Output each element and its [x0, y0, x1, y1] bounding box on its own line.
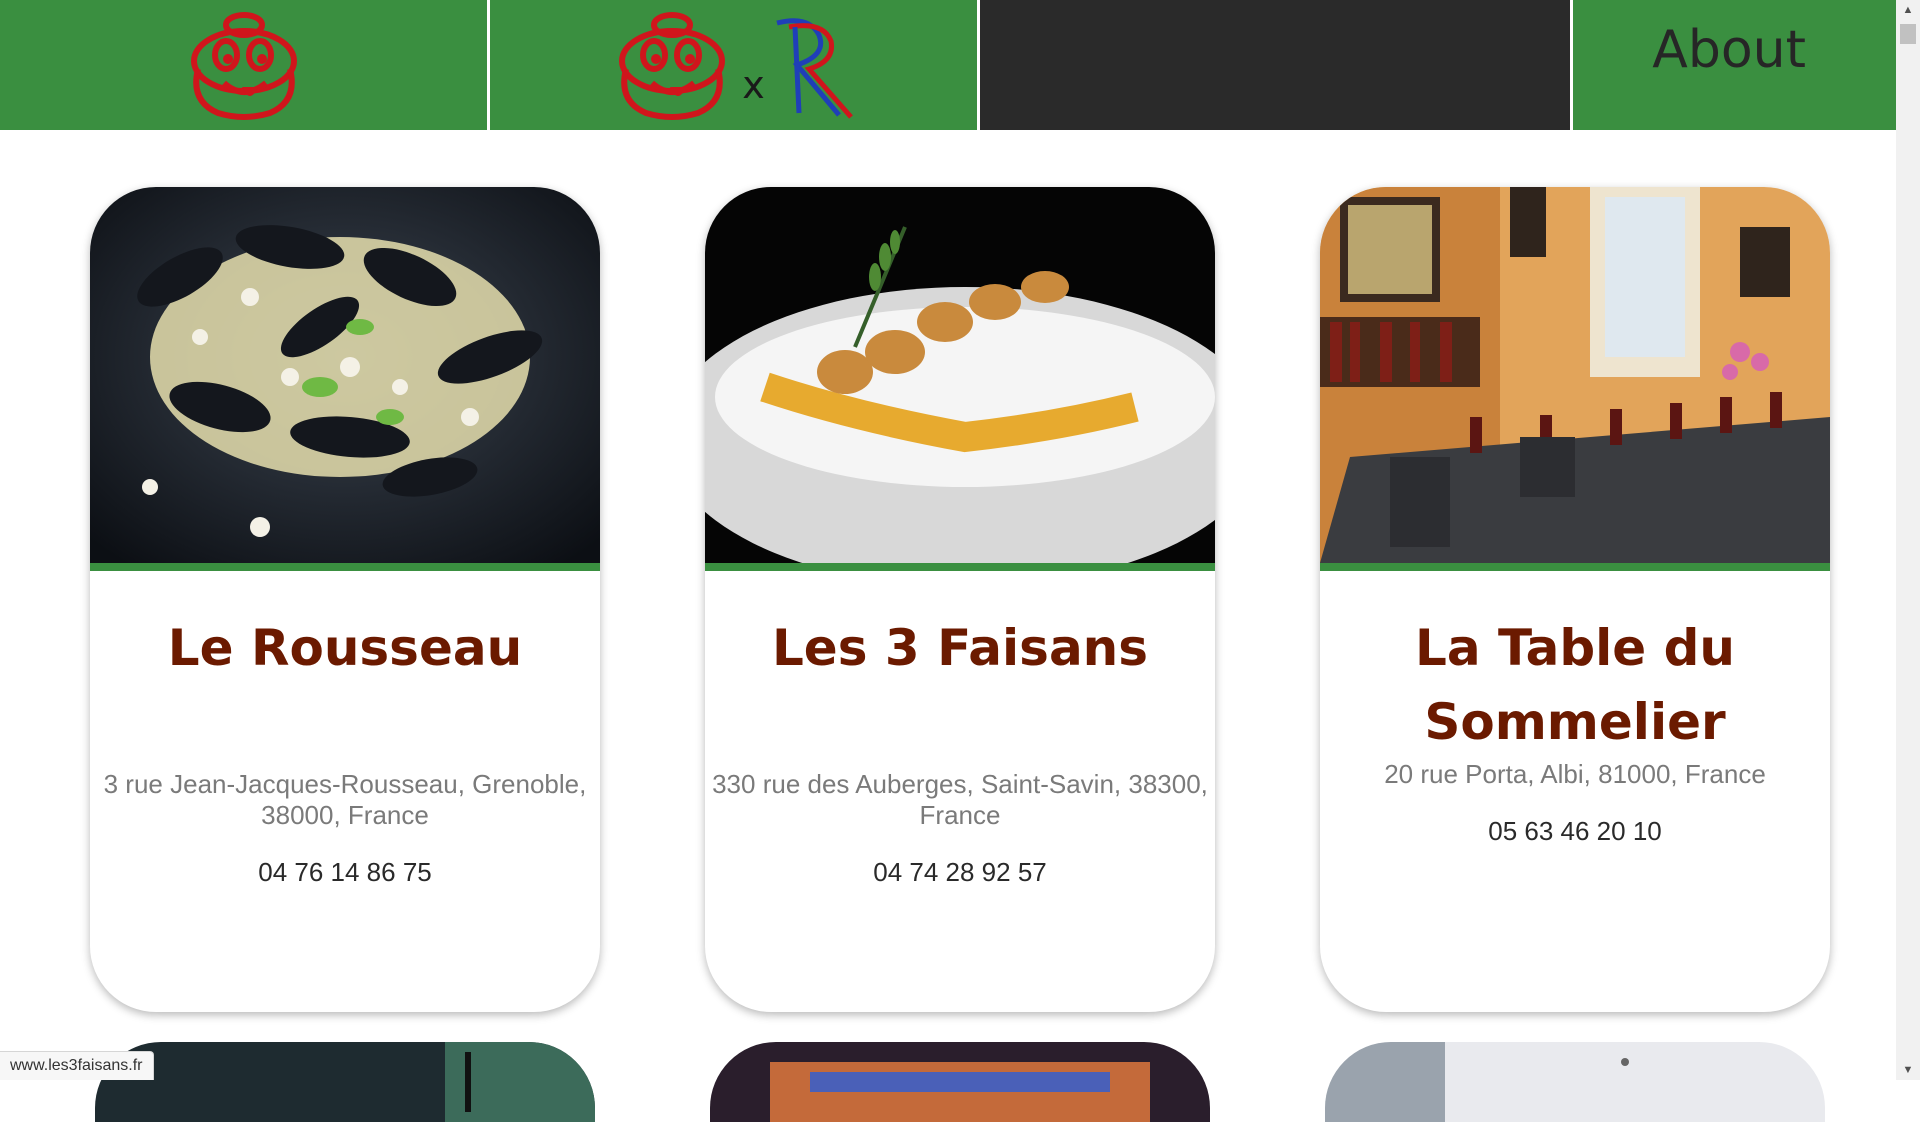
restaurant-card[interactable]: Les 3 Faisans 330 rue des Auberges, Sain… — [705, 187, 1215, 1012]
restaurant-phone: 04 74 28 92 57 — [705, 857, 1215, 888]
michelin-bibendum-logo-icon — [612, 9, 732, 121]
card-divider — [90, 563, 600, 571]
restaurant-address: 330 rue des Auberges, Saint-Savin, 38300… — [705, 769, 1215, 831]
scroll-up-arrow-icon[interactable]: ▲ — [1896, 0, 1920, 20]
nav-home-logo[interactable] — [0, 0, 487, 130]
scroll-thumb[interactable] — [1900, 24, 1916, 44]
restaurant-card-partial[interactable] — [1325, 1042, 1825, 1122]
card-divider — [1320, 563, 1830, 571]
restaurant-address: 20 rue Porta, Albi, 81000, France — [1320, 759, 1830, 790]
restaurant-name[interactable]: Le Rousseau — [120, 611, 570, 685]
dining-room-photo — [1320, 187, 1830, 563]
restaurant-phone: 04 76 14 86 75 — [90, 857, 600, 888]
michelin-bibendum-logo-icon — [184, 9, 304, 121]
restaurant-name[interactable]: La Table du Sommelier — [1350, 611, 1800, 759]
link-hover-status-url: www.les3faisans.fr — [0, 1051, 154, 1080]
restaurant-phone: 05 63 46 20 10 — [1320, 816, 1830, 847]
nav-collab-logo[interactable]: x — [490, 0, 977, 130]
rr-monogram-logo-icon — [769, 13, 855, 121]
scroll-down-arrow-icon[interactable]: ▼ — [1896, 1060, 1920, 1080]
restaurant-card[interactable]: La Table du Sommelier 20 rue Porta, Albi… — [1320, 187, 1830, 1012]
page-scrollbar[interactable]: ▲ ▼ — [1896, 0, 1920, 1080]
restaurant-card-partial[interactable] — [710, 1042, 1210, 1122]
restaurant-card-partial[interactable] — [95, 1042, 595, 1122]
restaurant-card[interactable]: Le Rousseau 3 rue Jean-Jacques-Rousseau,… — [90, 187, 600, 1012]
top-nav: x About — [0, 0, 1896, 130]
collab-separator: x — [742, 63, 765, 107]
mussels-dish-photo — [90, 187, 600, 563]
nav-spacer — [980, 0, 1570, 130]
plated-fish-photo — [705, 187, 1215, 563]
card-divider — [705, 563, 1215, 571]
about-link[interactable]: About — [1652, 20, 1806, 80]
nav-about[interactable]: About — [1573, 0, 1896, 130]
restaurant-address: 3 rue Jean-Jacques-Rousseau, Grenoble, 3… — [90, 769, 600, 831]
restaurant-name[interactable]: Les 3 Faisans — [735, 611, 1185, 685]
